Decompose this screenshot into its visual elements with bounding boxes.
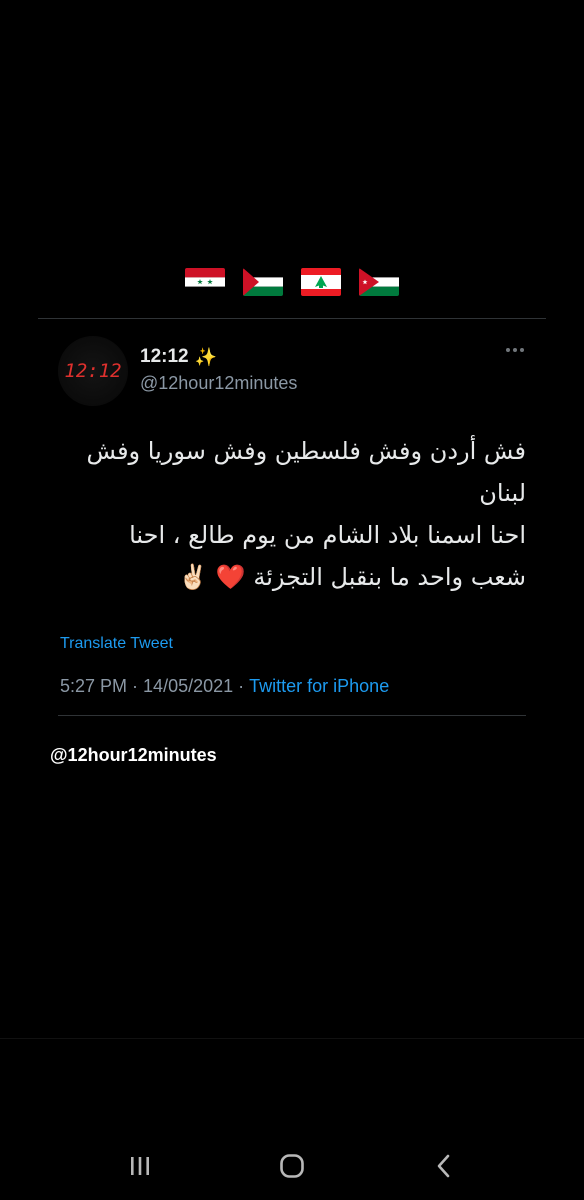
recent-apps-icon[interactable] bbox=[120, 1148, 160, 1184]
bottom-divider bbox=[58, 715, 526, 716]
nav-divider bbox=[0, 1038, 584, 1039]
display-name[interactable]: 12:12 ✨ bbox=[140, 346, 217, 368]
lebanon-flag-icon bbox=[301, 268, 341, 296]
tweet-meta: 5:27 PM · 14/05/2021 · Twitter for iPhon… bbox=[60, 676, 389, 697]
translate-tweet-link[interactable]: Translate Tweet bbox=[60, 635, 173, 653]
top-divider bbox=[38, 318, 546, 319]
avatar[interactable]: 12:12 bbox=[58, 336, 128, 406]
back-icon[interactable] bbox=[424, 1148, 464, 1184]
meta-separator: · bbox=[132, 676, 139, 696]
tweet-text-line: احنا اسمنا بلاد الشام من يوم طالع ، احنا bbox=[129, 521, 526, 549]
system-navigation-bar bbox=[0, 1140, 584, 1190]
sparkle-icon: ✨ bbox=[194, 346, 218, 367]
jordan-flag-icon bbox=[359, 268, 399, 296]
avatar-clock-text: 12:12 bbox=[64, 360, 122, 382]
tweet-text: فش أردن وفش فلسطين وفش سوريا وفش لبنان ا… bbox=[74, 430, 526, 598]
flags-row bbox=[0, 268, 584, 296]
watermark-handle: @12hour12minutes bbox=[50, 745, 217, 765]
palestine-flag-icon bbox=[243, 268, 283, 296]
meta-separator: · bbox=[238, 676, 245, 696]
tweet-text-line: فش أردن وفش فلسطين وفش سوريا وفش bbox=[86, 437, 526, 465]
tweet-text-line: شعب واحد ما بنقبل التجزئة ❤️ ✌🏻 bbox=[178, 563, 526, 591]
home-icon[interactable] bbox=[272, 1148, 312, 1184]
user-handle[interactable]: @12hour12minutes bbox=[140, 373, 297, 394]
tweet-text-line: لبنان bbox=[479, 479, 526, 507]
syria-flag-icon bbox=[185, 268, 225, 296]
tweet-time[interactable]: 5:27 PM bbox=[60, 676, 127, 697]
display-name-text: 12:12 bbox=[140, 346, 189, 367]
more-options-icon[interactable] bbox=[506, 348, 524, 352]
tweet-source-link[interactable]: Twitter for iPhone bbox=[249, 676, 389, 697]
tweet-date[interactable]: 14/05/2021 bbox=[143, 676, 233, 697]
